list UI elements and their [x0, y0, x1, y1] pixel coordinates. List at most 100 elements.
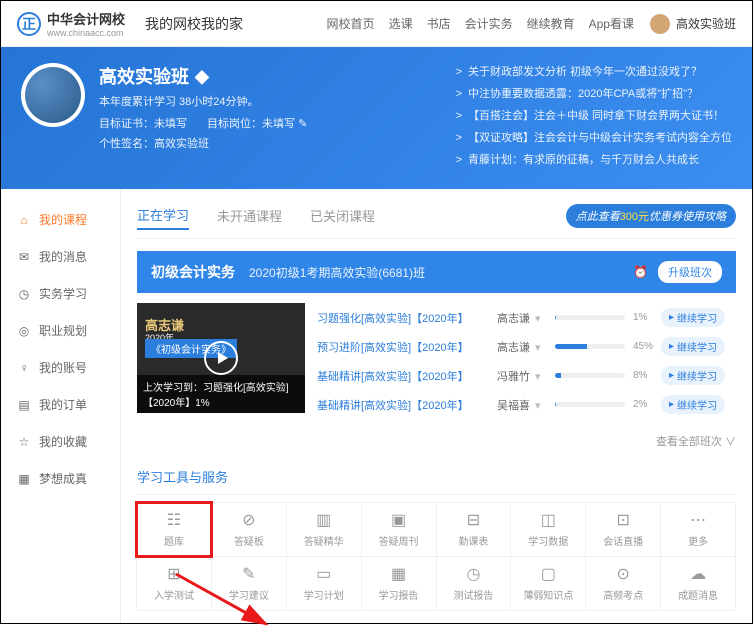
tool-答疑板[interactable]: ⊘答疑板: [211, 502, 287, 557]
lesson-teacher: 高志谦 ▾: [497, 339, 547, 355]
lesson-name[interactable]: 基础精讲[高效实验]【2020年】: [317, 397, 497, 413]
sidebar-practice[interactable]: ◷实务学习: [1, 275, 120, 312]
play-icon[interactable]: [204, 341, 238, 375]
tool-label: 答疑周刊: [379, 533, 419, 548]
tools-grid-2: ⊞入学测试✎学习建议▭学习计划 ▦ 学习报告 ◷测试报告 ▢ 薄弱知识点 ⊙ 高频考点 ☁成题消…: [137, 557, 736, 611]
chevron-down-icon[interactable]: ▾: [532, 371, 541, 383]
sidebar-account[interactable]: ♀我的账号: [1, 349, 120, 386]
tool-label: 答疑精华: [304, 533, 344, 548]
tool-label: 更多: [688, 533, 708, 548]
tool-会话直播[interactable]: ⊡会话直播: [585, 502, 661, 557]
badge-icon: ◆: [195, 66, 209, 87]
tool-高频考点[interactable]: ⊙ 高频考点: [585, 556, 661, 611]
lesson-name[interactable]: 基础精讲[高效实验]【2020年】: [317, 368, 497, 384]
continue-button[interactable]: ▸继续学习: [661, 308, 725, 327]
tool-题库[interactable]: ☷题库: [136, 502, 212, 557]
tool-label: 高频考点: [603, 587, 643, 602]
tool-icon: ▭: [315, 565, 333, 583]
tool-学习报告[interactable]: ▦ 学习报告: [361, 556, 437, 611]
tab-closed[interactable]: 已关闭课程: [310, 202, 375, 229]
news-item[interactable]: 青藤计划：有求原的征稿，与千万财会人共成长: [456, 151, 732, 167]
nav-bookstore[interactable]: 书店: [427, 15, 451, 32]
tool-icon: ☷: [165, 511, 183, 529]
sidebar-dream[interactable]: ▦梦想成真: [1, 460, 120, 497]
chevron-down-icon[interactable]: ▾: [532, 342, 541, 354]
lesson-name[interactable]: 习题强化[高效实验]【2020年】: [317, 310, 497, 326]
tool-label: 薄弱知识点: [523, 587, 573, 602]
continue-button[interactable]: ▸继续学习: [661, 395, 725, 414]
tool-答疑周刊[interactable]: ▣答疑周刊: [361, 502, 437, 557]
nav-home[interactable]: 网校首页: [327, 15, 375, 32]
tool-label: 答疑板: [234, 533, 264, 548]
sidebar-favorites[interactable]: ☆我的收藏: [1, 423, 120, 460]
tool-学习数据[interactable]: ◫ 学习数据: [510, 502, 586, 557]
brand-name: 中华会计网校: [47, 9, 125, 28]
lesson-teacher: 吴福喜 ▾: [497, 397, 547, 413]
nav-practice[interactable]: 会计实务: [465, 15, 513, 32]
chevron-down-icon[interactable]: ▾: [532, 313, 541, 325]
play-small-icon: ▸: [669, 341, 674, 352]
lesson-name[interactable]: 预习进阶[高效实验]【2020年】: [317, 339, 497, 355]
lesson-row: 预习进阶[高效实验]【2020年】 高志谦 ▾ 45% ▸继续学习: [317, 332, 736, 361]
tool-label: 勤课表: [458, 533, 488, 548]
view-all-link[interactable]: 查看全部班次 ∨: [137, 429, 736, 459]
tool-label: 学习建议: [229, 587, 269, 602]
tool-薄弱知识点[interactable]: ▢ 薄弱知识点: [510, 556, 586, 611]
tool-label: 学习数据: [528, 533, 568, 548]
lesson-percent: 45%: [633, 341, 661, 352]
hero-avatar[interactable]: [21, 63, 85, 127]
tool-入学测试[interactable]: ⊞入学测试: [136, 556, 212, 611]
tool-icon: ▢: [539, 565, 557, 583]
hero-username: 高效实验班◆: [99, 63, 307, 89]
study-stat: 本年度累计学习 38小时24分钟。: [99, 93, 307, 109]
edit-icon[interactable]: ✎: [298, 118, 307, 130]
lesson-row: 基础精讲[高效实验]【2020年】 吴福喜 ▾ 2% ▸继续学习: [317, 390, 736, 419]
course-header: 初级会计实务 2020初级1考期高效实验(6681)班 ⏰ 升级班次: [137, 251, 736, 293]
logo[interactable]: 正 中华会计网校 www.chinaacc.com: [17, 9, 125, 38]
tool-成题消息[interactable]: ☁成题消息: [660, 556, 736, 611]
home-icon: ⌂: [17, 213, 31, 227]
news-item[interactable]: 【双证攻略】注会会计与中级会计实务考试内容全方位: [456, 129, 732, 145]
continue-button[interactable]: ▸继续学习: [661, 366, 725, 385]
tool-icon: ◫: [539, 511, 557, 529]
lesson-row: 习题强化[高效实验]【2020年】 高志谦 ▾ 1% ▸继续学习: [317, 303, 736, 332]
news-list: 关于财政部发文分析 初级今年一次通过没戏了？ 中注协重要数据透露：2020年CP…: [456, 63, 732, 173]
top-nav: 网校首页 选课 书店 会计实务 继续教育 App看课: [327, 15, 634, 32]
tab-unopened[interactable]: 未开通课程: [217, 202, 282, 229]
tool-学习建议[interactable]: ✎学习建议: [211, 556, 287, 611]
tool-更多[interactable]: ⋯更多: [660, 502, 736, 557]
sidebar-orders[interactable]: ▤我的订单: [1, 386, 120, 423]
tool-测试报告[interactable]: ◷测试报告: [436, 556, 512, 611]
tool-label: 学习报告: [379, 587, 419, 602]
video-thumbnail[interactable]: 高志谦 2020年初级会计职称 《初级会计实务》 上次学习到：习题强化[高效实验…: [137, 303, 305, 413]
tool-label: 入学测试: [154, 587, 194, 602]
news-item[interactable]: 关于财政部发文分析 初级今年一次通过没戏了？: [456, 63, 732, 79]
page-title: 我的网校我的家: [145, 14, 243, 34]
tools-title: 学习工具与服务: [137, 459, 736, 495]
nav-app[interactable]: App看课: [589, 15, 634, 32]
news-item[interactable]: 【百搭注会】注会＋中级 同时拿下财会界两大证书！: [456, 107, 732, 123]
user-menu[interactable]: 高效实验班: [650, 14, 736, 34]
nav-edu[interactable]: 继续教育: [527, 15, 575, 32]
nav-courses[interactable]: 选课: [389, 15, 413, 32]
sidebar-my-courses[interactable]: ⌂我的课程: [1, 201, 120, 238]
tool-icon: ▦: [390, 565, 408, 583]
mail-icon: ✉: [17, 250, 31, 264]
tool-icon: ⊙: [614, 565, 632, 583]
tool-勤课表[interactable]: ⊟勤课表: [436, 502, 512, 557]
star-icon: ☆: [17, 435, 31, 449]
continue-button[interactable]: ▸继续学习: [661, 337, 725, 356]
progress-bar: [555, 344, 625, 349]
chevron-down-icon[interactable]: ▾: [532, 400, 541, 412]
sidebar-messages[interactable]: ✉我的消息: [1, 238, 120, 275]
promo-button[interactable]: 点此查看300元优惠券使用攻略: [566, 204, 736, 228]
tool-学习计划[interactable]: ▭学习计划: [286, 556, 362, 611]
tool-答疑精华[interactable]: ▥答疑精华: [286, 502, 362, 557]
progress-bar: [555, 373, 625, 378]
lesson-teacher: 冯雅竹 ▾: [497, 368, 547, 384]
alarm-icon[interactable]: ⏰: [633, 265, 648, 279]
sidebar-career[interactable]: ◎职业规划: [1, 312, 120, 349]
upgrade-button[interactable]: 升级班次: [658, 261, 722, 283]
news-item[interactable]: 中注协重要数据透露：2020年CPA或将"扩招"？: [456, 85, 732, 101]
tab-learning[interactable]: 正在学习: [137, 201, 189, 230]
